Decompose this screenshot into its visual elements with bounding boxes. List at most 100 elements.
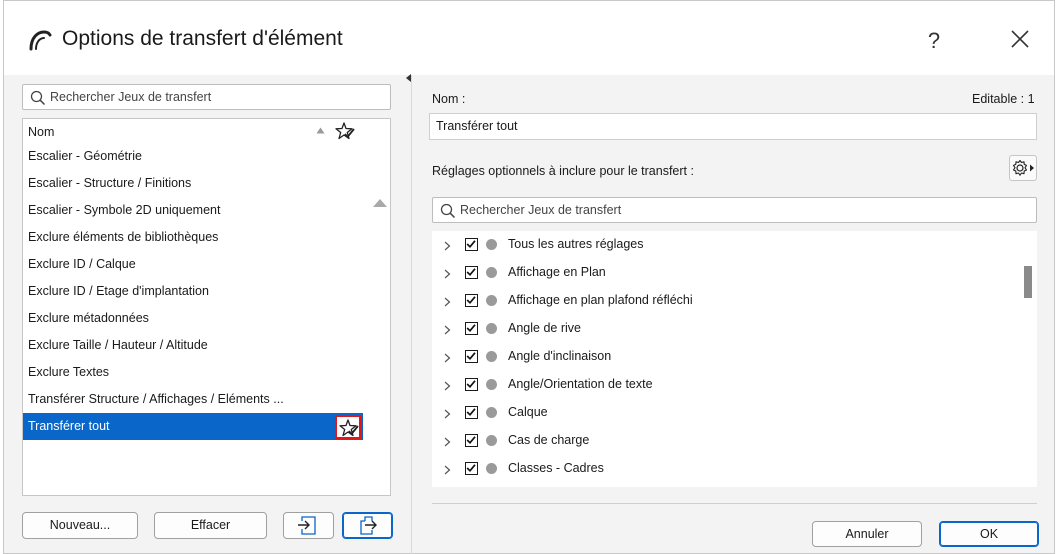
search-input[interactable]	[50, 87, 385, 107]
setting-label: Classes - Cadres	[508, 461, 604, 475]
close-icon	[1011, 30, 1029, 48]
setting-row[interactable]: Affichage en Plan	[432, 259, 1022, 287]
export-icon	[360, 516, 377, 535]
setting-checkbox[interactable]	[465, 462, 478, 475]
delete-button[interactable]: Effacer	[154, 512, 267, 539]
transfer-set-item-label: Transférer tout	[28, 419, 110, 433]
status-dot-icon	[486, 323, 497, 334]
favorite-star-icon	[335, 122, 355, 140]
transfer-set-list: Nom Escalier - Géométrie Escalier - Struc…	[22, 118, 391, 537]
chevron-right-icon[interactable]	[444, 437, 451, 447]
status-dot-icon	[486, 351, 497, 362]
transfer-set-item[interactable]: Exclure ID / Etage d'implantation	[23, 278, 363, 305]
transfer-set-item[interactable]: Escalier - Géométrie	[23, 143, 363, 170]
sort-ascending-icon	[316, 127, 325, 134]
search-icon	[440, 203, 456, 219]
settings-tree: Tous les autres réglages Affichage en Pla…	[432, 231, 1037, 487]
status-dot-icon	[486, 463, 497, 474]
check-icon	[466, 352, 476, 361]
transfer-set-item-label: Exclure Taille / Hauteur / Altitude	[28, 338, 208, 352]
favorite-toggle-button[interactable]	[335, 415, 361, 439]
cancel-button[interactable]: Annuler	[812, 521, 922, 547]
transfer-set-item[interactable]: Transférer tout	[23, 413, 363, 440]
transfer-set-item-label: Escalier - Structure / Finitions	[28, 176, 192, 190]
name-label: Nom :	[432, 92, 466, 106]
transfer-set-item-label: Escalier - Géométrie	[28, 149, 142, 163]
chevron-right-icon[interactable]	[444, 465, 451, 475]
check-icon	[466, 436, 476, 445]
check-icon	[466, 380, 476, 389]
chevron-right-icon[interactable]	[444, 409, 451, 419]
list-header[interactable]: Nom	[23, 119, 363, 143]
transfer-set-item[interactable]: Escalier - Structure / Finitions	[23, 170, 363, 197]
chevron-right-icon[interactable]	[444, 269, 451, 279]
chevron-right-icon[interactable]	[444, 353, 451, 363]
setting-checkbox[interactable]	[465, 294, 478, 307]
transfer-set-item[interactable]: Escalier - Symbole 2D uniquement	[23, 197, 363, 224]
status-dot-icon	[486, 295, 497, 306]
close-button[interactable]	[1000, 23, 1040, 59]
setting-row[interactable]: Classes - Cadres	[432, 455, 1022, 483]
setting-row[interactable]: Tous les autres réglages	[432, 231, 1022, 259]
setting-checkbox[interactable]	[465, 434, 478, 447]
check-icon	[466, 296, 476, 305]
setting-checkbox[interactable]	[465, 378, 478, 391]
column-header-name[interactable]: Nom	[28, 125, 54, 139]
status-dot-icon	[486, 435, 497, 446]
status-dot-icon	[486, 267, 497, 278]
transfer-set-item[interactable]: Exclure éléments de bibliothèques	[23, 224, 363, 251]
setting-checkbox[interactable]	[465, 350, 478, 363]
help-button[interactable]: ?	[914, 23, 954, 59]
setting-row[interactable]: Angle/Orientation de texte	[432, 371, 1022, 399]
pane-divider[interactable]	[411, 75, 412, 554]
setting-row[interactable]: Angle de rive	[432, 315, 1022, 343]
status-dot-icon	[486, 379, 497, 390]
name-field[interactable]: Transférer tout	[429, 113, 1037, 140]
setting-label: Tous les autres réglages	[508, 237, 644, 251]
check-icon	[466, 408, 476, 417]
transfer-set-item[interactable]: Transférer Structure / Affichages / Elém…	[23, 386, 363, 413]
export-button[interactable]	[342, 512, 393, 539]
transfer-set-item-label: Escalier - Symbole 2D uniquement	[28, 203, 221, 217]
ok-button[interactable]: OK	[939, 521, 1039, 547]
chevron-right-icon[interactable]	[444, 381, 451, 391]
check-icon	[466, 324, 476, 333]
chevron-right-icon[interactable]	[444, 297, 451, 307]
setting-label: Angle/Orientation de texte	[508, 377, 653, 391]
setting-row[interactable]: Cas de charge	[432, 427, 1022, 455]
dialog-title: Options de transfert d'élément	[62, 27, 343, 50]
favorite-star-icon	[339, 419, 359, 437]
check-icon	[466, 268, 476, 277]
setting-label: Cas de charge	[508, 433, 590, 447]
setting-row[interactable]: Angle d'inclinaison	[432, 343, 1022, 371]
setting-checkbox[interactable]	[465, 322, 478, 335]
transfer-set-item[interactable]: Exclure Taille / Hauteur / Altitude	[23, 332, 363, 359]
transfer-set-item-label: Exclure éléments de bibliothèques	[28, 230, 219, 244]
status-dot-icon	[486, 407, 497, 418]
settings-scrollbar-thumb[interactable]	[1024, 266, 1032, 298]
list-items: Escalier - Géométrie Escalier - Structure…	[23, 143, 363, 440]
setting-row[interactable]: Calque	[432, 399, 1022, 427]
transfer-set-item[interactable]: Exclure métadonnées	[23, 305, 363, 332]
setting-row[interactable]: Affichage en plan plafond réfléchi	[432, 287, 1022, 315]
new-button[interactable]: Nouveau...	[22, 512, 138, 539]
search-icon	[30, 90, 46, 106]
scroll-up-arrow[interactable]	[373, 199, 387, 207]
transfer-set-item[interactable]: Exclure ID / Calque	[23, 251, 363, 278]
import-button[interactable]	[283, 512, 334, 539]
settings-options-button[interactable]	[1009, 155, 1037, 181]
gear-icon	[1012, 159, 1034, 176]
setting-label: Angle d'inclinaison	[508, 349, 612, 363]
transfer-set-search[interactable]	[22, 84, 391, 110]
chevron-right-icon[interactable]	[444, 241, 451, 251]
transfer-set-item[interactable]: Exclure Textes	[23, 359, 363, 386]
setting-checkbox[interactable]	[465, 238, 478, 251]
setting-checkbox[interactable]	[465, 266, 478, 279]
transfer-sets-pane: Nom Escalier - Géométrie Escalier - Struc…	[4, 75, 404, 554]
setting-checkbox[interactable]	[465, 406, 478, 419]
transfer-set-item-label: Exclure métadonnées	[28, 311, 149, 325]
chevron-right-icon[interactable]	[444, 325, 451, 335]
settings-search[interactable]	[432, 197, 1037, 223]
settings-search-input[interactable]	[460, 200, 1031, 220]
import-icon	[298, 516, 316, 535]
